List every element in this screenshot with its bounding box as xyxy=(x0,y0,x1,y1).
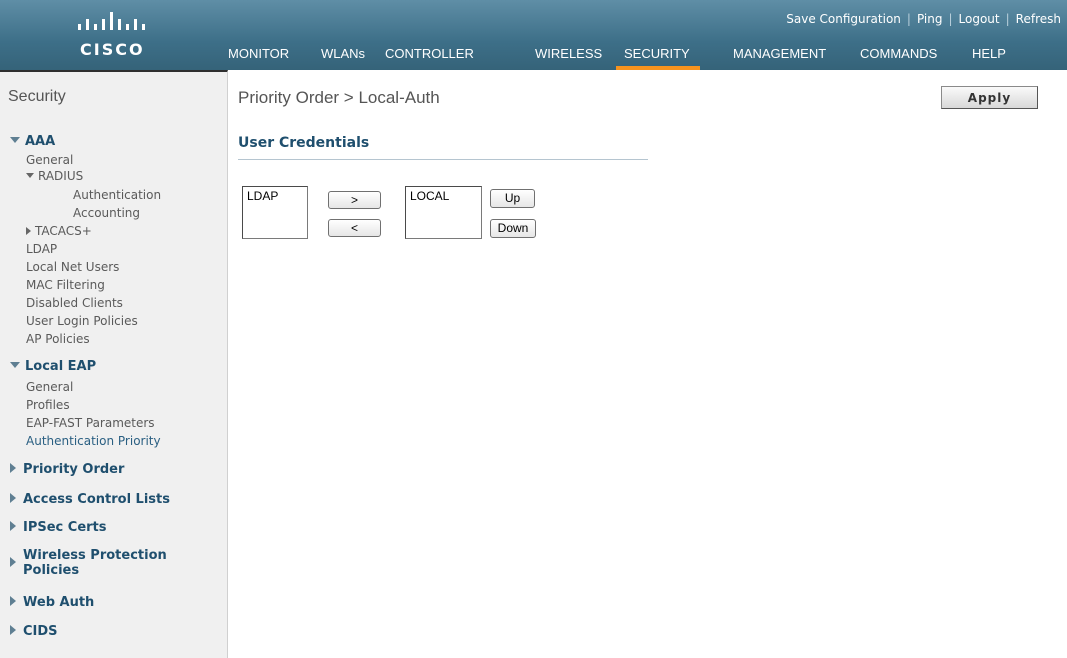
collapsed-triangle-icon xyxy=(10,596,16,606)
up-button[interactable]: Up xyxy=(490,189,535,208)
section-heading: User Credentials xyxy=(238,135,370,151)
collapsed-triangle-icon xyxy=(10,625,16,635)
nav-help[interactable]: HELP xyxy=(972,45,1006,70)
top-links: Save Configuration | Ping | Logout | Refresh xyxy=(786,12,1061,26)
nav-security[interactable]: SECURITY xyxy=(616,45,700,70)
cisco-logo: CISCO xyxy=(0,0,227,70)
sidebar-item-eap-fast-parameters[interactable]: EAP-FAST Parameters xyxy=(26,416,253,430)
sidebar-section-web-auth[interactable]: Web Auth xyxy=(10,595,237,610)
sidebar-section-aaa[interactable]: AAA xyxy=(10,134,237,149)
sidebar-section-wireless-protection-policies[interactable]: Wireless Protection Policies xyxy=(10,548,237,578)
sidebar-section-cids[interactable]: CIDS xyxy=(10,624,237,639)
save-configuration-link[interactable]: Save Configuration xyxy=(786,12,901,26)
logo-text: CISCO xyxy=(80,40,145,59)
sidebar-item-radius[interactable]: RADIUS xyxy=(26,169,253,183)
expanded-triangle-icon xyxy=(10,362,20,368)
priority-order-list[interactable]: LOCAL xyxy=(405,186,482,239)
down-button[interactable]: Down xyxy=(490,219,536,238)
sidebar-section-access-control-lists[interactable]: Access Control Lists xyxy=(10,492,237,507)
section-divider xyxy=(238,159,648,160)
sidebar-section-ipsec-certs[interactable]: IPSec Certs xyxy=(10,520,237,535)
sidebar-item-mac-filtering[interactable]: MAC Filtering xyxy=(26,278,253,292)
logout-link[interactable]: Logout xyxy=(959,12,1000,26)
list-item[interactable]: LOCAL xyxy=(406,187,481,205)
sidebar-item-user-login-policies[interactable]: User Login Policies xyxy=(26,314,253,328)
collapsed-triangle-icon xyxy=(10,521,16,531)
move-right-button[interactable]: > xyxy=(328,191,381,209)
ping-link[interactable]: Ping xyxy=(917,12,943,26)
collapsed-triangle-icon xyxy=(10,463,16,473)
sidebar: Security AAA General RADIUS Authenticati… xyxy=(0,70,228,658)
list-item[interactable]: LDAP xyxy=(243,187,307,205)
sidebar-item-aaa-general[interactable]: General xyxy=(26,153,253,167)
available-methods-list[interactable]: LDAP xyxy=(242,186,308,239)
nav-commands[interactable]: COMMANDS xyxy=(860,45,937,70)
nav-wlans[interactable]: WLANs xyxy=(321,45,365,70)
expanded-triangle-icon xyxy=(26,173,34,178)
sidebar-item-eap-general[interactable]: General xyxy=(26,380,253,394)
sidebar-section-local-eap[interactable]: Local EAP xyxy=(10,359,237,374)
collapsed-triangle-icon xyxy=(10,557,16,567)
sidebar-item-disabled-clients[interactable]: Disabled Clients xyxy=(26,296,253,310)
header-bar: CISCO Save Configuration | Ping | Logout | Ref… xyxy=(0,0,1067,70)
sidebar-item-ap-policies[interactable]: AP Policies xyxy=(26,332,253,346)
collapsed-triangle-icon xyxy=(26,227,31,235)
nav-wireless[interactable]: WIRELESS xyxy=(535,45,602,70)
sidebar-item-local-net-users[interactable]: Local Net Users xyxy=(26,260,253,274)
sidebar-item-ldap[interactable]: LDAP xyxy=(26,242,253,256)
cisco-bridge-icon xyxy=(78,12,145,30)
nav-monitor[interactable]: MONITOR xyxy=(228,45,289,70)
refresh-link[interactable]: Refresh xyxy=(1016,12,1061,26)
collapsed-triangle-icon xyxy=(10,493,16,503)
page-title: Priority Order > Local-Auth xyxy=(238,88,440,107)
sidebar-item-profiles[interactable]: Profiles xyxy=(26,398,253,412)
nav-management[interactable]: MANAGEMENT xyxy=(733,45,826,70)
expanded-triangle-icon xyxy=(10,137,20,143)
nav-controller[interactable]: CONTROLLER xyxy=(385,45,474,70)
sidebar-title: Security xyxy=(8,88,66,105)
move-left-button[interactable]: < xyxy=(328,219,381,237)
sidebar-item-tacacs[interactable]: TACACS+ xyxy=(26,224,253,238)
sidebar-item-authentication-priority[interactable]: Authentication Priority xyxy=(26,434,253,448)
apply-button[interactable]: Apply xyxy=(941,86,1038,109)
sidebar-section-priority-order[interactable]: Priority Order xyxy=(10,462,237,477)
